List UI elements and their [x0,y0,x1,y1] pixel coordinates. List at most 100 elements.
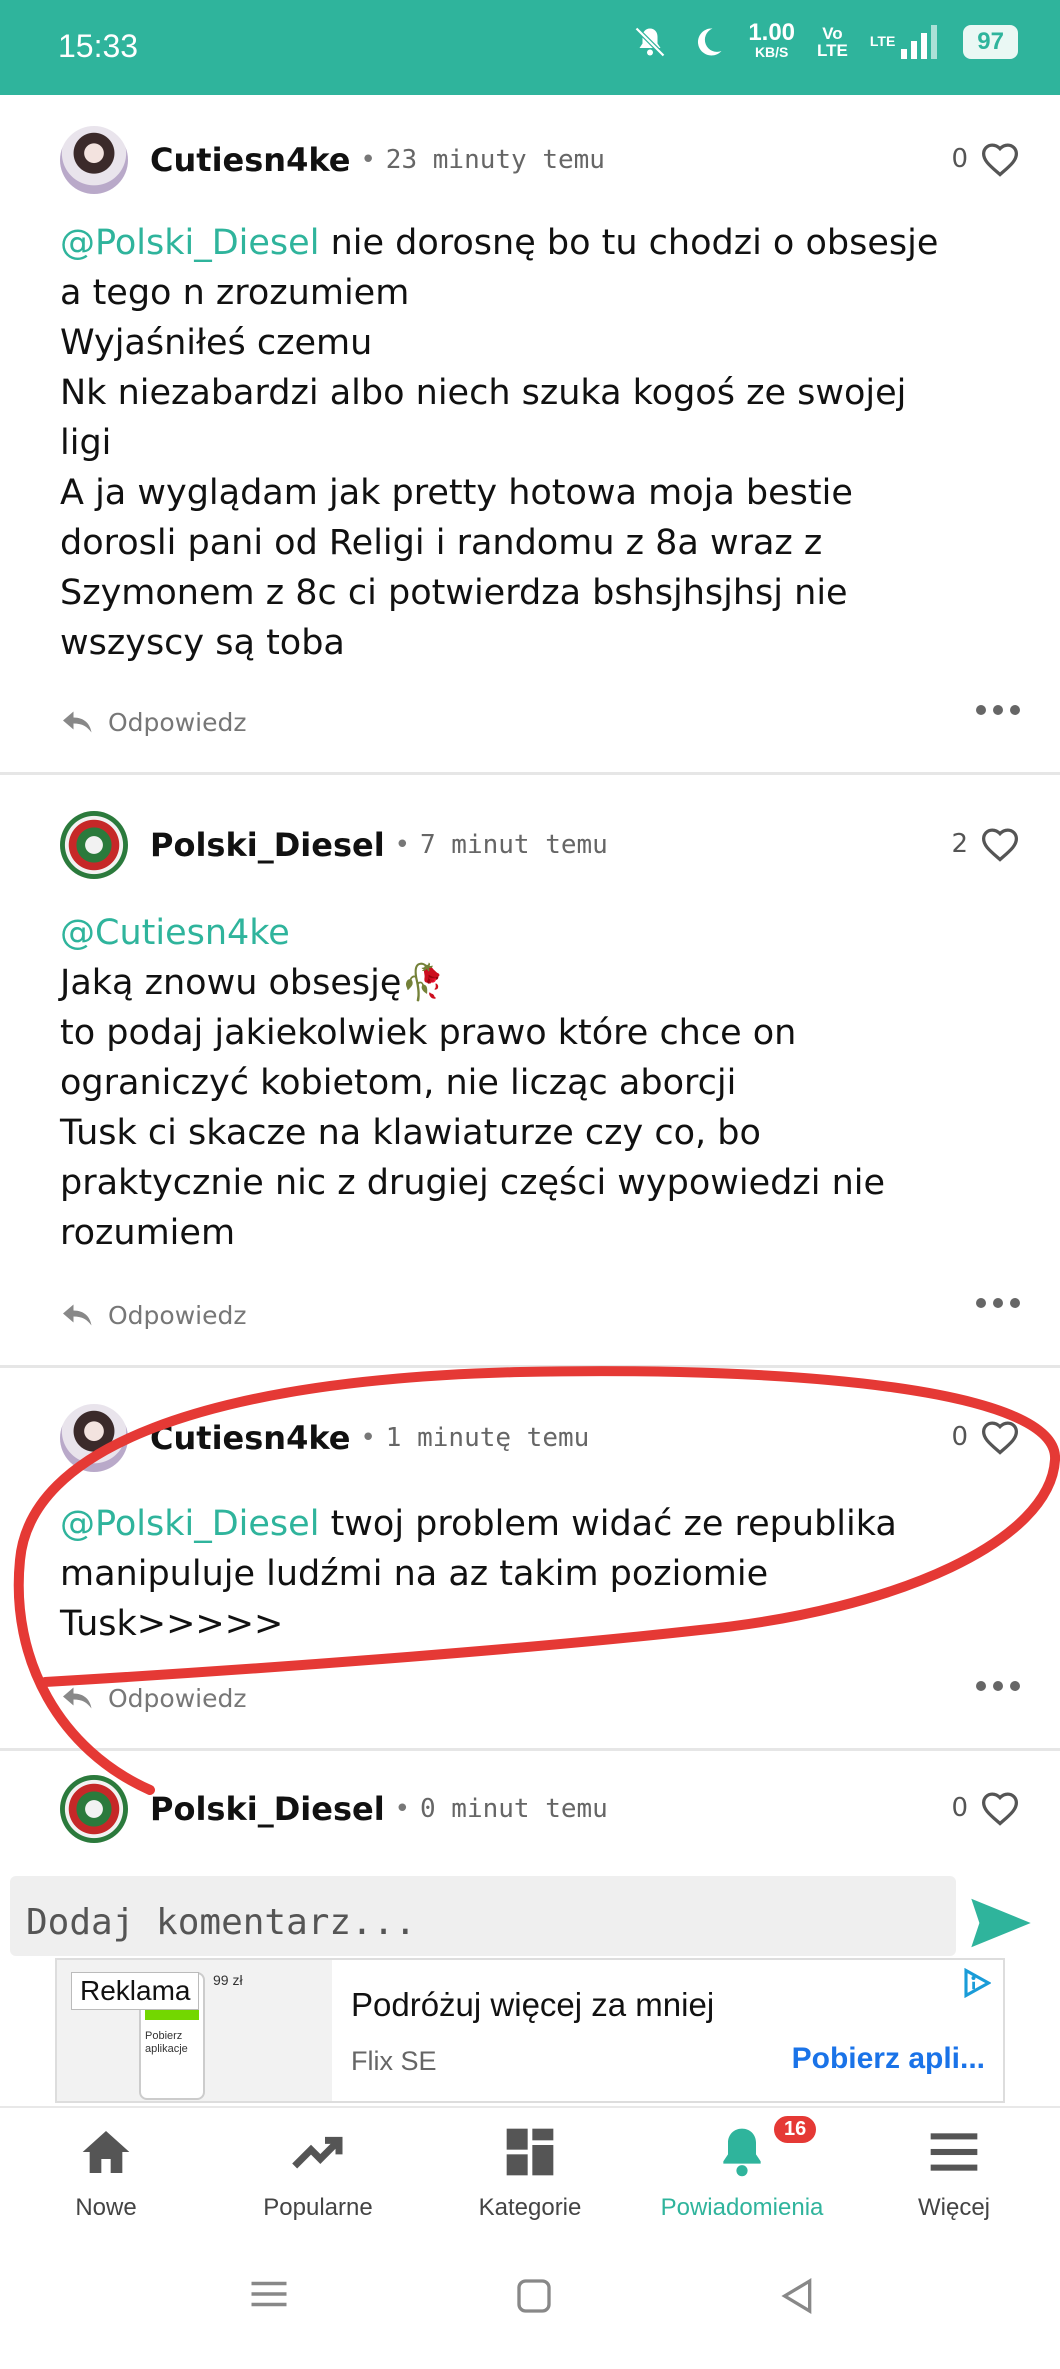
bottom-navigation: Nowe Popularne Kategorie 16 Powiadomieni… [0,2106,1060,2236]
comment-header: Cutiesn4ke • 23 minuty temu 0 [60,125,1020,195]
ad-choices-icon[interactable] [961,1968,991,1998]
reply-icon[interactable] [60,1301,96,1329]
comment-text: @Cutiesn4ke Jaką znowu obsesję🥀 to podaj… [60,908,1020,1258]
volte-top: Vo [822,23,843,43]
status-time: 15:33 [58,28,139,64]
heart-icon[interactable] [980,1419,1020,1455]
ad-price: 99 zł [213,1972,243,1988]
comment-footer: Odpowiedz [60,1290,1020,1340]
reply-icon[interactable] [60,708,96,736]
reply-icon[interactable] [60,1684,96,1712]
net-speed-value: 1.00 [748,19,796,46]
nav-label: Kategorie [478,2194,582,2221]
battery-indicator: 97 [963,24,1018,59]
comment-footer: Odpowiedz [60,697,1020,747]
reply-button[interactable]: Odpowiedz [108,1301,246,1330]
home-button-icon[interactable] [514,2276,554,2316]
like-count: 0 [951,1793,968,1823]
recents-icon[interactable] [248,2276,290,2312]
like-count: 2 [951,829,968,859]
status-icons: 1.00 KB/S Vo LTE LTE 97 [632,19,1018,61]
like-area[interactable]: 0 [951,1419,1020,1455]
separator-dot: • [394,1794,410,1824]
separator-dot: • [360,145,376,175]
heart-icon[interactable] [980,141,1020,177]
comment-author[interactable]: Polski_Diesel [150,1790,385,1828]
avatar[interactable] [60,1775,128,1843]
bell-icon [723,2128,761,2177]
comment-author[interactable]: Cutiesn4ke [150,141,350,179]
comment-item: Cutiesn4ke • 1 minutę temu 0 @Polski_Die… [0,1371,1060,1751]
comment-header: Polski_Diesel • 7 minut temu 2 [60,810,1020,880]
like-area[interactable]: 2 [951,826,1020,862]
volte-bottom: LTE [817,40,848,60]
nav-new[interactable]: Nowe [0,2108,212,2236]
send-icon[interactable] [968,1896,1034,1950]
comment-header: Polski_Diesel • 0 minut temu 0 [60,1774,1020,1844]
system-navigation-bar [0,2236,1060,2369]
comment-item: Polski_Diesel • 7 minut temu 2 @Cutiesn4… [0,778,1060,1368]
comment-footer: Odpowiedz [60,1673,1020,1723]
comment-mention[interactable]: @Polski_Diesel [60,223,319,263]
separator-dot: • [394,830,410,860]
avatar[interactable] [60,126,128,194]
volte-indicator: Vo LTE [817,25,848,59]
like-count: 0 [951,144,968,174]
separator-dot: • [360,1423,376,1453]
nav-label: Więcej [917,2194,990,2221]
nav-label: Nowe [75,2194,137,2221]
nav-more[interactable]: Więcej [848,2108,1060,2236]
more-options-icon[interactable] [976,1681,1020,1691]
reply-button[interactable]: Odpowiedz [108,1684,246,1713]
notification-badge: 16 [772,2114,819,2145]
comment-input[interactable]: Dodaj komentarz... [10,1876,956,1956]
avatar[interactable] [60,1404,128,1472]
status-bar: 15:33 1.00 KB/S Vo LTE LTE 97 [0,0,1060,95]
comment-author[interactable]: Cutiesn4ke [150,1419,350,1457]
nav-categories[interactable]: Kategorie [424,2108,636,2236]
heart-icon[interactable] [980,1790,1020,1826]
menu-icon [930,2133,978,2171]
avatar[interactable] [60,811,128,879]
ad-cta-button[interactable]: Pobierz apli... [792,2042,985,2076]
comment-text: @Polski_Diesel nie dorosnę bo tu chodzi … [60,218,1020,668]
ad-title[interactable]: Podróżuj więcej za mniej [351,1986,714,2024]
comment-time: 1 minutę temu [385,1423,590,1453]
comment-body: Jaką znowu obsesję🥀 to podaj jakiekolwie… [60,963,886,1253]
comment-author[interactable]: Polski_Diesel [150,826,385,864]
heart-icon[interactable] [980,826,1020,862]
comment-item: Cutiesn4ke • 23 minuty temu 0 @Polski_Di… [0,95,1060,775]
bell-muted-icon [632,24,668,60]
nav-notifications[interactable]: 16 Powiadomienia [636,2108,848,2236]
nav-label: Popularne [263,2194,373,2221]
nav-popular[interactable]: Popularne [212,2108,424,2236]
like-count: 0 [951,1422,968,1452]
comment-mention[interactable]: @Polski_Diesel [60,1504,319,1544]
ad-banner[interactable]: Pobierz aplikacje 99 zł Reklama Podróżuj… [55,1958,1005,2103]
comment-time: 23 minuty temu [385,145,605,175]
ad-label: Reklama [71,1972,200,2010]
reply-button[interactable]: Odpowiedz [108,708,246,737]
comment-text: @Polski_Diesel twoj problem widać ze rep… [60,1499,1020,1649]
signal-icon: LTE [869,24,941,59]
ad-image[interactable]: Pobierz aplikacje 99 zł Reklama [57,1960,332,2101]
comment-time: 0 minut temu [420,1794,608,1824]
like-area[interactable]: 0 [951,141,1020,177]
like-area[interactable]: 0 [951,1790,1020,1826]
ad-brand: Flix SE [351,2046,437,2076]
nav-label: Powiadomienia [660,2194,824,2221]
comment-header: Cutiesn4ke • 1 minutę temu 0 [60,1403,1020,1473]
moon-icon [690,24,726,60]
comment-mention[interactable]: @Cutiesn4ke [60,913,290,953]
comment-item: Polski_Diesel • 0 minut temu 0 [0,1754,1060,1864]
lte-label: LTE [869,33,896,49]
net-speed-unit: KB/S [754,44,789,60]
more-options-icon[interactable] [976,705,1020,715]
ad-mini-text: Pobierz aplikacje [145,2030,188,2055]
comment-body: nie dorosnę bo tu chodzi o obsesje a teg… [60,223,939,663]
back-icon[interactable] [778,2276,818,2316]
trending-icon [292,2136,343,2169]
home-icon [82,2131,130,2173]
comment-time: 7 minut temu [420,830,608,860]
more-options-icon[interactable] [976,1298,1020,1308]
